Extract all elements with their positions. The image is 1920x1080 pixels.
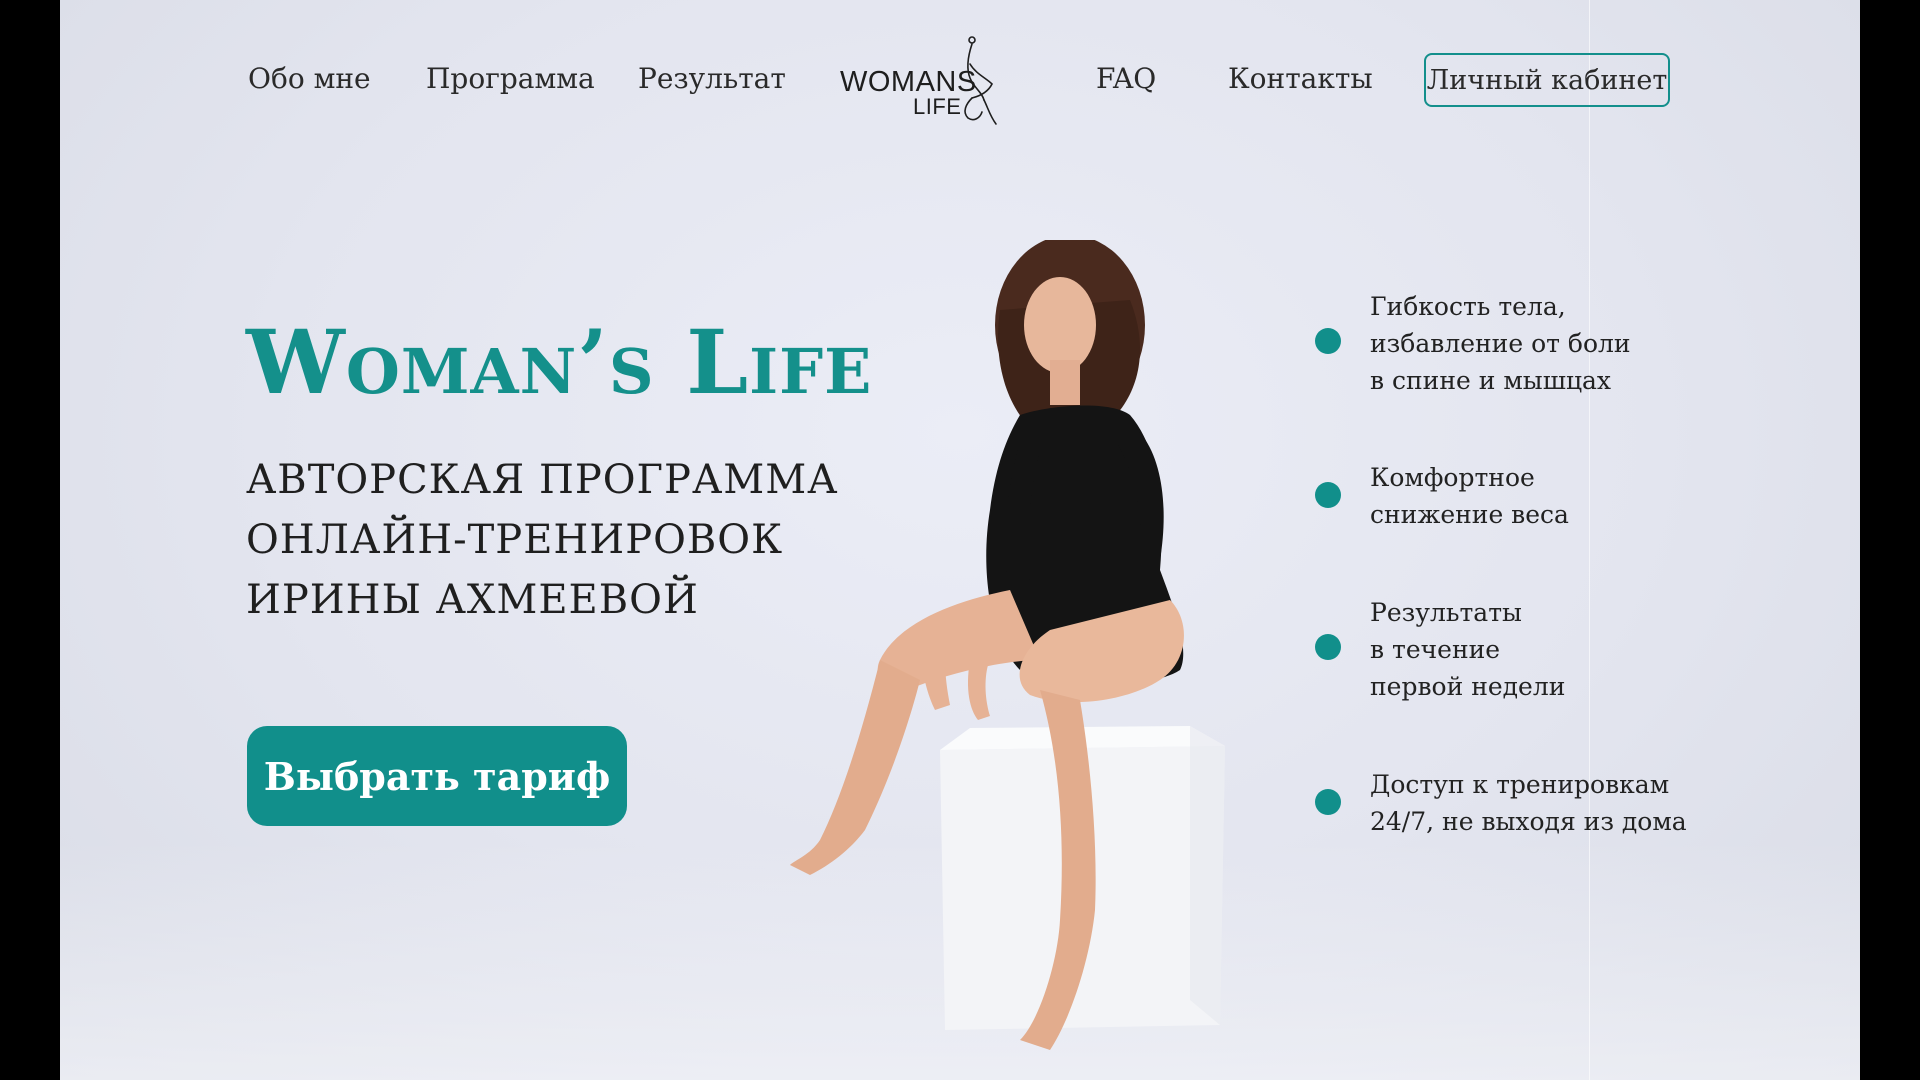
feature-line: Результаты bbox=[1370, 598, 1522, 627]
feature-line: первой недели bbox=[1370, 672, 1566, 701]
top-nav: Обо мне Программа Результат WOMANS LIFE … bbox=[60, 0, 1860, 160]
feature-line: 24/7, не выходя из дома bbox=[1370, 807, 1687, 836]
trainer-photo bbox=[790, 240, 1225, 1050]
womans-life-logo[interactable]: WOMANS LIFE bbox=[840, 34, 1010, 126]
feature-text: Результаты в течение первой недели bbox=[1370, 594, 1565, 705]
feature-text: Доступ к тренировкам 24/7, не выходя из … bbox=[1370, 766, 1687, 840]
feature-line: в спине и мышцах bbox=[1370, 366, 1612, 395]
feature-bullet-icon bbox=[1315, 789, 1341, 815]
feature-bullet-icon bbox=[1315, 328, 1341, 354]
feature-line: снижение веса bbox=[1370, 500, 1569, 529]
feature-line: избавление от боли bbox=[1370, 329, 1631, 358]
nav-contacts[interactable]: Контакты bbox=[1228, 62, 1373, 95]
feature-line: Доступ к тренировкам bbox=[1370, 770, 1670, 799]
feature-text: Гибкость тела, избавление от боли в спин… bbox=[1370, 288, 1631, 399]
feature-line: Комфортное bbox=[1370, 463, 1535, 492]
feature-line: Гибкость тела, bbox=[1370, 292, 1566, 321]
nav-about[interactable]: Обо мне bbox=[248, 62, 371, 95]
nav-program[interactable]: Программа bbox=[426, 62, 595, 95]
personal-cabinet-button[interactable]: Личный кабинет bbox=[1424, 53, 1670, 107]
feature-bullet-icon bbox=[1315, 482, 1341, 508]
choose-plan-button[interactable]: Выбрать тариф bbox=[247, 726, 627, 826]
feature-line: в течение bbox=[1370, 635, 1501, 664]
nav-faq[interactable]: FAQ bbox=[1096, 62, 1156, 95]
nav-result[interactable]: Результат bbox=[638, 62, 786, 95]
feature-text: Комфортное снижение веса bbox=[1370, 459, 1569, 533]
logo-figure-icon bbox=[964, 36, 997, 125]
feature-bullet-icon bbox=[1315, 634, 1341, 660]
divider-line bbox=[1589, 0, 1590, 1080]
landing-page: Обо мне Программа Результат WOMANS LIFE … bbox=[60, 0, 1860, 1080]
